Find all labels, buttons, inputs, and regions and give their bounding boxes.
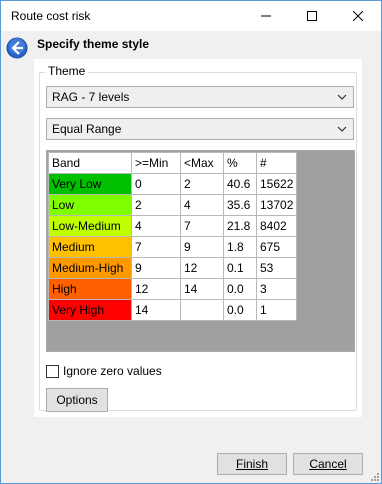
close-button[interactable]	[335, 1, 381, 31]
max-cell[interactable]	[180, 299, 224, 321]
band-cell[interactable]: High	[48, 278, 132, 300]
theme-group-label: Theme	[45, 64, 89, 78]
cancel-button-label: Cancel	[309, 457, 347, 471]
min-cell[interactable]: 9	[131, 257, 181, 279]
band-table: Band >=Min <Max % # Very Low 0 2 40.6 15622 L…	[48, 152, 298, 321]
band-cell[interactable]: Very Low	[48, 173, 132, 195]
table-row[interactable]: Medium 7 9 1.8 675	[48, 236, 298, 258]
cancel-button[interactable]: Cancel	[293, 453, 363, 475]
max-cell[interactable]: 7	[180, 215, 224, 237]
column-header-min[interactable]: >=Min	[131, 152, 181, 174]
table-row[interactable]: High 12 14 0.0 3	[48, 278, 298, 300]
percent-cell[interactable]: 0.0	[223, 299, 257, 321]
percent-cell[interactable]: 1.8	[223, 236, 257, 258]
count-cell[interactable]: 15622	[255, 173, 298, 195]
percent-cell[interactable]: 40.6	[223, 173, 257, 195]
column-header-band[interactable]: Band	[48, 152, 132, 174]
count-cell[interactable]: 675	[255, 236, 298, 258]
finish-button-label: Finish	[235, 457, 268, 471]
maximize-button[interactable]	[289, 1, 335, 31]
max-cell[interactable]: 4	[180, 194, 224, 216]
max-cell[interactable]: 14	[180, 278, 224, 300]
window-title: Route cost risk	[11, 9, 91, 23]
min-cell[interactable]: 12	[131, 278, 181, 300]
dialog-window: Route cost risk Specify theme style Them…	[0, 0, 382, 484]
percent-cell[interactable]: 21.8	[223, 215, 257, 237]
minimize-button[interactable]	[243, 1, 289, 31]
band-cell[interactable]: Low-Medium	[48, 215, 132, 237]
options-button-label: Options	[56, 393, 98, 407]
table-header-row: Band >=Min <Max % #	[48, 152, 298, 174]
table-row[interactable]: Very Low 0 2 40.6 15622	[48, 173, 298, 195]
table-row[interactable]: Medium-High 9 12 0.1 53	[48, 257, 298, 279]
maximize-icon	[307, 11, 317, 21]
ignore-zero-checkbox[interactable]	[46, 364, 59, 378]
back-arrow-icon	[6, 37, 28, 59]
percent-cell[interactable]: 35.6	[223, 194, 257, 216]
chevron-down-icon	[337, 126, 347, 132]
min-cell[interactable]: 4	[131, 215, 181, 237]
percent-cell[interactable]: 0.1	[223, 257, 257, 279]
count-cell[interactable]: 3	[255, 278, 298, 300]
options-button[interactable]: Options	[46, 388, 108, 412]
band-cell[interactable]: Low	[48, 194, 132, 216]
band-cell[interactable]: Medium	[48, 236, 132, 258]
band-cell[interactable]: Medium-High	[48, 257, 132, 279]
table-row[interactable]: Very High 14 0.0 1	[48, 299, 298, 321]
min-cell[interactable]: 7	[131, 236, 181, 258]
chevron-down-icon	[337, 94, 347, 100]
minimize-icon	[261, 15, 271, 17]
percent-cell[interactable]: 0.0	[223, 278, 257, 300]
ignore-zero-row[interactable]: Ignore zero values	[46, 364, 162, 378]
table-row[interactable]: Low 2 4 35.6 13702	[48, 194, 298, 216]
resize-grip-icon[interactable]	[369, 471, 379, 481]
range-method-value: Equal Range	[52, 122, 122, 136]
band-grid: Band >=Min <Max % # Very Low 0 2 40.6 15622 L…	[46, 150, 355, 352]
count-cell[interactable]: 8402	[255, 215, 298, 237]
column-header-count[interactable]: #	[255, 152, 298, 174]
max-cell[interactable]: 2	[180, 173, 224, 195]
title-bar: Route cost risk	[1, 1, 381, 31]
ignore-zero-label: Ignore zero values	[63, 364, 162, 378]
count-cell[interactable]: 13702	[255, 194, 298, 216]
min-cell[interactable]: 2	[131, 194, 181, 216]
page-title: Specify theme style	[37, 37, 150, 51]
max-cell[interactable]: 12	[180, 257, 224, 279]
min-cell[interactable]: 14	[131, 299, 181, 321]
count-cell[interactable]: 1	[255, 299, 298, 321]
table-row[interactable]: Low-Medium 4 7 21.8 8402	[48, 215, 298, 237]
column-header-percent[interactable]: %	[223, 152, 257, 174]
range-method-dropdown[interactable]: Equal Range	[46, 118, 354, 140]
finish-button[interactable]: Finish	[217, 453, 287, 475]
back-button[interactable]	[6, 37, 28, 59]
band-cell[interactable]: Very High	[48, 299, 132, 321]
content-panel: Theme RAG - 7 levels Equal Range Band >=…	[34, 59, 362, 417]
theme-scheme-value: RAG - 7 levels	[52, 90, 130, 104]
count-cell[interactable]: 53	[255, 257, 298, 279]
column-header-max[interactable]: <Max	[180, 152, 224, 174]
close-icon	[353, 11, 363, 21]
theme-scheme-dropdown[interactable]: RAG - 7 levels	[46, 86, 354, 108]
max-cell[interactable]: 9	[180, 236, 224, 258]
min-cell[interactable]: 0	[131, 173, 181, 195]
